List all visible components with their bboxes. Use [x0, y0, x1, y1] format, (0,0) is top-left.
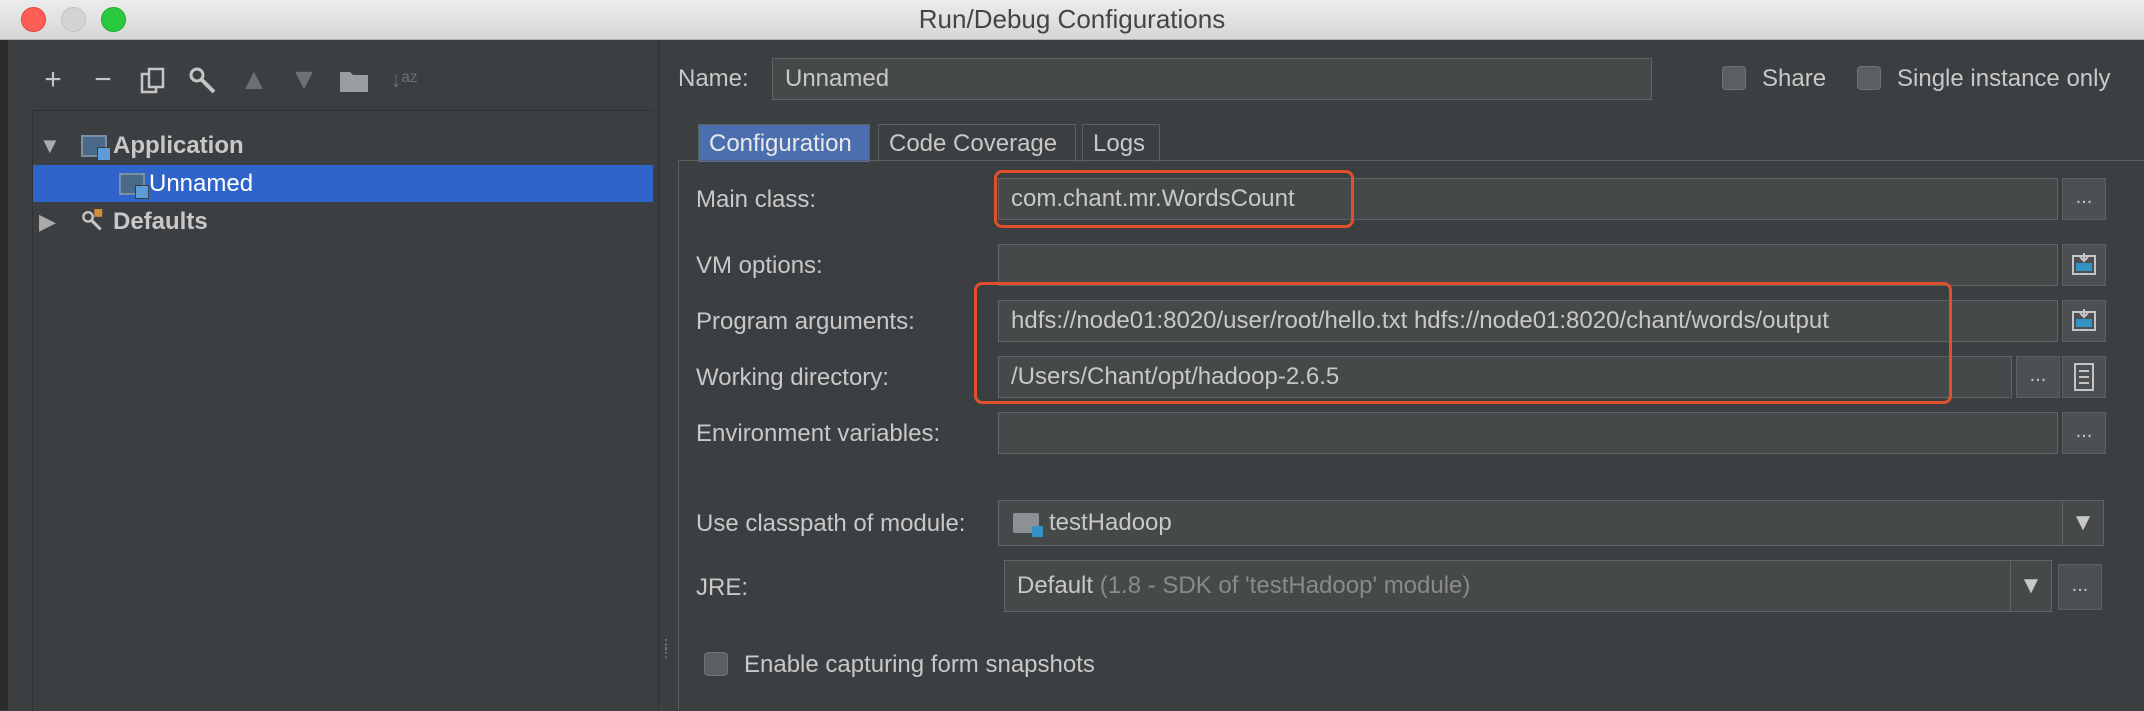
expand-field-icon [2072, 309, 2096, 331]
move-up-icon[interactable]: ▲ [236, 58, 272, 102]
main-class-label: Main class: [696, 186, 817, 213]
jre-select[interactable]: Default (1.8 - SDK of 'testHadoop' modul… [1004, 560, 2052, 612]
edit-environment-variables-button[interactable]: ... [2062, 412, 2106, 454]
working-directory-label: Working directory: [696, 364, 889, 391]
title-bar: Run/Debug Configurations [0, 0, 2144, 40]
environment-variables-input[interactable] [998, 412, 2058, 454]
tab-logs[interactable]: Logs [1082, 124, 1160, 162]
application-icon [119, 173, 149, 199]
copy-icon[interactable] [135, 58, 171, 102]
browse-jre-button[interactable]: ... [2058, 564, 2102, 610]
name-label: Name: [678, 65, 749, 92]
window-title: Run/Debug Configurations [918, 4, 1226, 34]
enable-snapshots-checkbox[interactable] [704, 652, 728, 676]
program-arguments-label: Program arguments: [696, 308, 915, 335]
add-icon[interactable]: + [35, 58, 71, 102]
jre-detail: (1.8 - SDK of 'testHadoop' module) [1099, 572, 1471, 599]
chevron-down-icon[interactable]: ▼ [2062, 501, 2103, 545]
tree-item-defaults[interactable]: ▶ Defaults [33, 203, 653, 240]
tree-item-label: Defaults [113, 208, 208, 235]
classpath-module-label: Use classpath of module: [696, 510, 966, 537]
tab-code-coverage[interactable]: Code Coverage [878, 124, 1076, 162]
browse-working-directory-button[interactable]: ... [2016, 356, 2060, 398]
classpath-module-value: testHadoop [1049, 509, 1172, 536]
folder-icon[interactable] [336, 58, 372, 102]
collapsed-arrow-icon[interactable]: ▶ [39, 203, 56, 240]
enable-snapshots-label[interactable]: Enable capturing form snapshots [744, 651, 1095, 679]
application-icon [81, 135, 111, 161]
expanded-arrow-icon[interactable]: ▼ [39, 127, 61, 164]
insert-macro-button[interactable] [2062, 356, 2106, 398]
splitter-grip-icon[interactable]: ⋮ ⋮ [659, 637, 673, 680]
tree-item-label: Application [113, 132, 244, 159]
jre-value: Default [1017, 572, 1094, 599]
jre-label: JRE: [696, 574, 749, 601]
defaults-icon [82, 209, 103, 231]
environment-variables-label: Environment variables: [696, 420, 941, 447]
browse-main-class-button[interactable]: ... [2062, 178, 2106, 220]
remove-icon[interactable]: − [85, 58, 121, 102]
configuration-tree: ▼ Application Unnamed ▶ Defaults [32, 110, 653, 711]
expand-program-arguments-button[interactable] [2062, 300, 2106, 342]
expand-vm-options-button[interactable] [2062, 244, 2106, 286]
share-label[interactable]: SShare [1762, 65, 1827, 93]
sort-icon[interactable]: ↓ᵃᶻ [386, 58, 422, 102]
share-label-text: Share [1762, 65, 1827, 93]
classpath-module-select[interactable]: testHadoop ▼ [998, 500, 2104, 546]
chevron-down-icon[interactable]: ▼ [2010, 561, 2051, 611]
vm-options-label: VM options: [696, 252, 823, 279]
share-checkbox[interactable] [1722, 66, 1746, 90]
tree-item-label: Unnamed [149, 170, 254, 197]
vm-options-input[interactable] [998, 244, 2058, 286]
tab-configuration[interactable]: Configuration [698, 124, 870, 162]
main-class-highlight [994, 170, 1354, 228]
module-folder-icon [1013, 513, 1043, 537]
document-icon [2074, 363, 2094, 391]
name-input[interactable]: Unnamed [772, 58, 1652, 100]
arguments-highlight [974, 282, 1952, 404]
splitter[interactable] [658, 40, 679, 710]
move-down-icon[interactable]: ▼ [286, 58, 322, 102]
edit-defaults-icon[interactable] [185, 58, 221, 102]
single-instance-label[interactable]: Single instance only [1897, 65, 2110, 93]
editor-strip [0, 40, 8, 710]
tree-item-unnamed[interactable]: Unnamed [33, 165, 653, 202]
single-instance-checkbox[interactable] [1857, 66, 1881, 90]
tree-item-application[interactable]: ▼ Application [33, 127, 653, 164]
expand-field-icon [2072, 253, 2096, 275]
